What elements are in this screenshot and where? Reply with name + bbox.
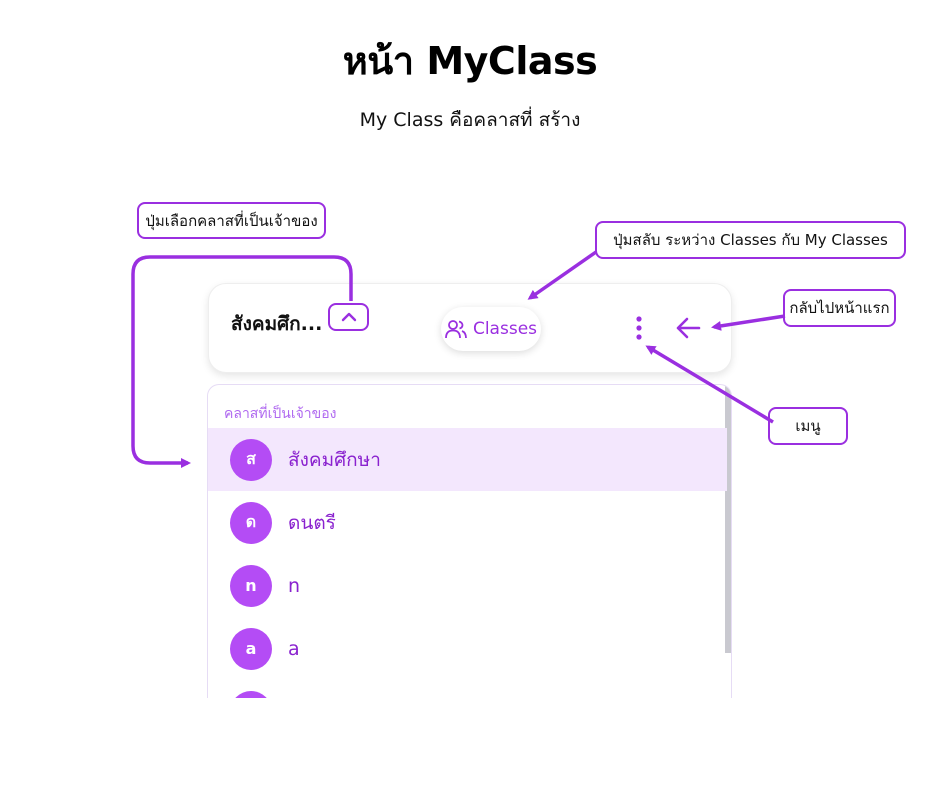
chevron-up-icon <box>341 312 356 322</box>
classes-toggle-label: Classes <box>472 319 538 339</box>
class-avatar: ส <box>230 438 272 481</box>
class-item-1[interactable]: ด ดนตรี <box>208 491 727 554</box>
class-item-3[interactable]: a a <box>208 617 727 680</box>
current-class-title: สังคมศึก... <box>231 313 323 335</box>
callout-toggle-classes-text: ปุ่มสลับ ระหว่าง Classes กับ My Classes <box>613 231 888 249</box>
class-item-partial[interactable] <box>208 680 727 698</box>
page-title: หน้า MyClass <box>342 39 598 83</box>
arrow-left-icon <box>676 317 701 339</box>
class-avatar: a <box>230 627 272 670</box>
class-name: ดนตรี <box>288 511 336 534</box>
users-icon <box>445 320 467 339</box>
class-avatar <box>230 690 272 698</box>
callout-menu-text: เมนู <box>795 417 821 435</box>
classes-toggle-button[interactable]: Classes <box>441 307 541 351</box>
owned-class-list: ส สังคมศึกษา ด ดนตรี n n a a <box>208 428 727 698</box>
class-avatar: n <box>230 564 272 607</box>
page-subtitle: My Class คือคลาสที่ สร้าง <box>359 109 581 131</box>
class-name: n <box>288 574 301 597</box>
class-name: สังคมศึกษา <box>288 448 381 471</box>
class-avatar: ด <box>230 501 272 544</box>
class-header: สังคมศึก... Classes <box>208 283 732 373</box>
owned-classes-section-label: คลาสที่เป็นเจ้าของ <box>224 406 337 422</box>
menu-button[interactable] <box>632 315 646 341</box>
class-item-2[interactable]: n n <box>208 554 727 617</box>
class-selector-button[interactable] <box>328 303 369 331</box>
back-button[interactable] <box>674 315 702 341</box>
class-item-0[interactable]: ส สังคมศึกษา <box>208 428 727 491</box>
callout-back-home: กลับไปหน้าแรก <box>783 289 896 327</box>
callout-owner-class-selector: ปุ่มเลือกคลาสที่เป็นเจ้าของ <box>137 202 326 239</box>
callout-owner-class-selector-text: ปุ่มเลือกคลาสที่เป็นเจ้าของ <box>145 211 318 230</box>
owned-classes-panel: คลาสที่เป็นเจ้าของ ส สังคมศึกษา ด ดนตรี … <box>207 384 732 698</box>
class-name: a <box>288 637 300 660</box>
callout-toggle-classes: ปุ่มสลับ ระหว่าง Classes กับ My Classes <box>595 221 906 259</box>
callout-back-home-text: กลับไปหน้าแรก <box>789 299 890 317</box>
more-vertical-icon <box>636 316 642 340</box>
callout-menu: เมนู <box>768 407 848 445</box>
